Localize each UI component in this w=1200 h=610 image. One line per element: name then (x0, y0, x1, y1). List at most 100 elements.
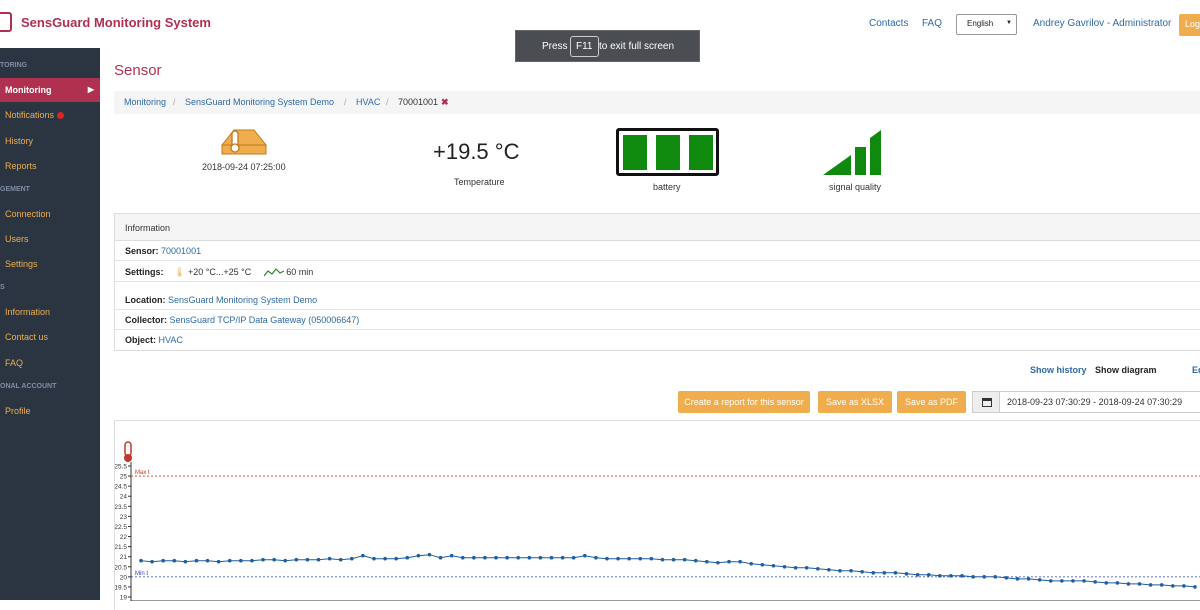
y-tick-label: 23 (120, 514, 128, 521)
sidebar-item-label: History (5, 136, 34, 146)
breadcrumb-monitoring[interactable]: Monitoring (124, 97, 166, 107)
sidebar-item-faq[interactable]: FAQ (0, 351, 100, 375)
data-point (716, 560, 720, 565)
logo-icon[interactable] (0, 12, 12, 32)
show-diagram-link[interactable]: Show diagram (1095, 365, 1157, 375)
data-point (1104, 581, 1109, 585)
chart-series (139, 552, 1197, 589)
calendar-button[interactable] (972, 391, 1000, 413)
data-point (194, 558, 199, 563)
data-point (1171, 584, 1175, 588)
settings-range: +20 °C...+25 °C (187, 267, 252, 277)
data-point (361, 553, 365, 558)
data-point (1060, 579, 1064, 583)
faq-link[interactable]: FAQ (922, 18, 942, 29)
data-point (993, 575, 998, 579)
app-title[interactable]: SensGuard Monitoring System (21, 15, 211, 30)
data-point (738, 559, 742, 564)
sidebar-section-s: S (0, 284, 5, 291)
breadcrumb-hvac[interactable]: HVAC (356, 97, 380, 107)
information-heading: Information (115, 214, 1200, 241)
sidebar-item-reports[interactable]: Reports (0, 154, 100, 178)
info-row-sensor: Sensor: 70001001 (115, 241, 1200, 261)
sidebar-item-contact-us[interactable]: Contact us (0, 325, 100, 349)
logout-button[interactable]: Log (1179, 14, 1200, 36)
data-point (827, 567, 831, 572)
data-point (705, 559, 709, 564)
contacts-link[interactable]: Contacts (869, 18, 908, 29)
sensor-label: Sensor: (125, 246, 159, 256)
data-point (560, 555, 565, 560)
settings-interval: 60 min (286, 267, 314, 277)
data-point (771, 563, 776, 568)
sidebar-item-users[interactable]: Users (0, 227, 100, 251)
y-tick-label: 23.5 (115, 504, 127, 511)
user-link[interactable]: Andrey Gavrilov - Administrator (1033, 18, 1171, 29)
data-point (283, 558, 288, 563)
signal-quality-label: signal quality (829, 182, 882, 192)
sensor-link[interactable]: 70001001 (161, 246, 201, 256)
data-point (150, 559, 154, 564)
data-point (505, 555, 509, 560)
breadcrumb-demo[interactable]: SensGuard Monitoring System Demo (185, 97, 334, 107)
data-point (838, 569, 842, 573)
battery-cell (656, 135, 680, 170)
sidebar-item-notifications[interactable]: Notifications (0, 103, 100, 127)
data-point (161, 558, 165, 563)
object-link[interactable]: HVAC (159, 335, 183, 345)
data-point (627, 556, 631, 561)
interval-chart-icon (263, 268, 285, 277)
sidebar-item-monitoring[interactable]: Monitoring ▶ (0, 78, 100, 102)
info-row-object: Object: HVAC (115, 330, 1200, 350)
breadcrumb-separator: / (173, 97, 176, 107)
data-point (1182, 584, 1186, 588)
data-point (239, 558, 243, 563)
data-point (227, 558, 232, 563)
data-point (804, 565, 809, 570)
data-point (749, 561, 754, 566)
data-point (305, 557, 310, 562)
data-point (605, 556, 609, 561)
fullscreen-toast: Press F11 to exit full screen (515, 30, 700, 62)
data-point (594, 555, 598, 560)
data-point (538, 555, 543, 560)
data-point (904, 572, 909, 576)
data-point (616, 556, 620, 561)
language-select[interactable]: English ▼ (956, 14, 1017, 35)
data-point (1159, 583, 1164, 587)
data-point (1115, 581, 1120, 585)
sidebar-item-label: Contact us (5, 332, 49, 342)
data-point (1026, 577, 1031, 581)
battery-label: battery (653, 182, 681, 192)
create-report-button[interactable]: Create a report for this sensor (678, 391, 810, 413)
save-xlsx-button[interactable]: Save as XLSX (818, 391, 892, 413)
sidebar-item-profile[interactable]: Profile (0, 399, 100, 423)
save-pdf-button[interactable]: Save as PDF (897, 391, 966, 413)
close-icon[interactable]: ✖ (441, 97, 449, 107)
collector-link[interactable]: SensGuard TCP/IP Data Gateway (050006647… (170, 315, 360, 325)
edit-link[interactable]: Ed (1192, 365, 1200, 375)
data-point (472, 555, 476, 560)
y-tick-label: 20.5 (115, 564, 127, 571)
data-point (671, 557, 676, 562)
data-point (793, 565, 798, 570)
battery-cell (689, 135, 713, 170)
y-tick-label: 20 (120, 574, 128, 581)
sidebar-item-connection[interactable]: Connection (0, 202, 100, 226)
data-point (727, 559, 731, 564)
location-link[interactable]: SensGuard Monitoring System Demo (168, 295, 317, 305)
sidebar-item-settings[interactable]: Settings (0, 252, 100, 276)
show-history-link[interactable]: Show history (1030, 365, 1087, 375)
breadcrumb-current-label: 70001001 (398, 97, 439, 107)
y-tick-label: 24.5 (115, 484, 127, 491)
data-point (261, 557, 265, 562)
sidebar-item-history[interactable]: History (0, 129, 100, 153)
data-point (660, 557, 665, 562)
sidebar-item-information[interactable]: Information (0, 300, 100, 324)
temperature-chart: 25.5 25 24.5 24 23.5 23 22.5 22 21.5 21 20.5 20 19.5… (114, 420, 1200, 610)
sidebar-section-management: GEMENT (0, 186, 30, 193)
thermometer-icon: 🌡 (174, 267, 186, 277)
y-tick-label: 25 (120, 474, 128, 481)
date-range-input[interactable]: 2018-09-23 07:30:29 - 2018-09-24 07:30:2… (999, 391, 1200, 413)
data-point (915, 573, 920, 577)
